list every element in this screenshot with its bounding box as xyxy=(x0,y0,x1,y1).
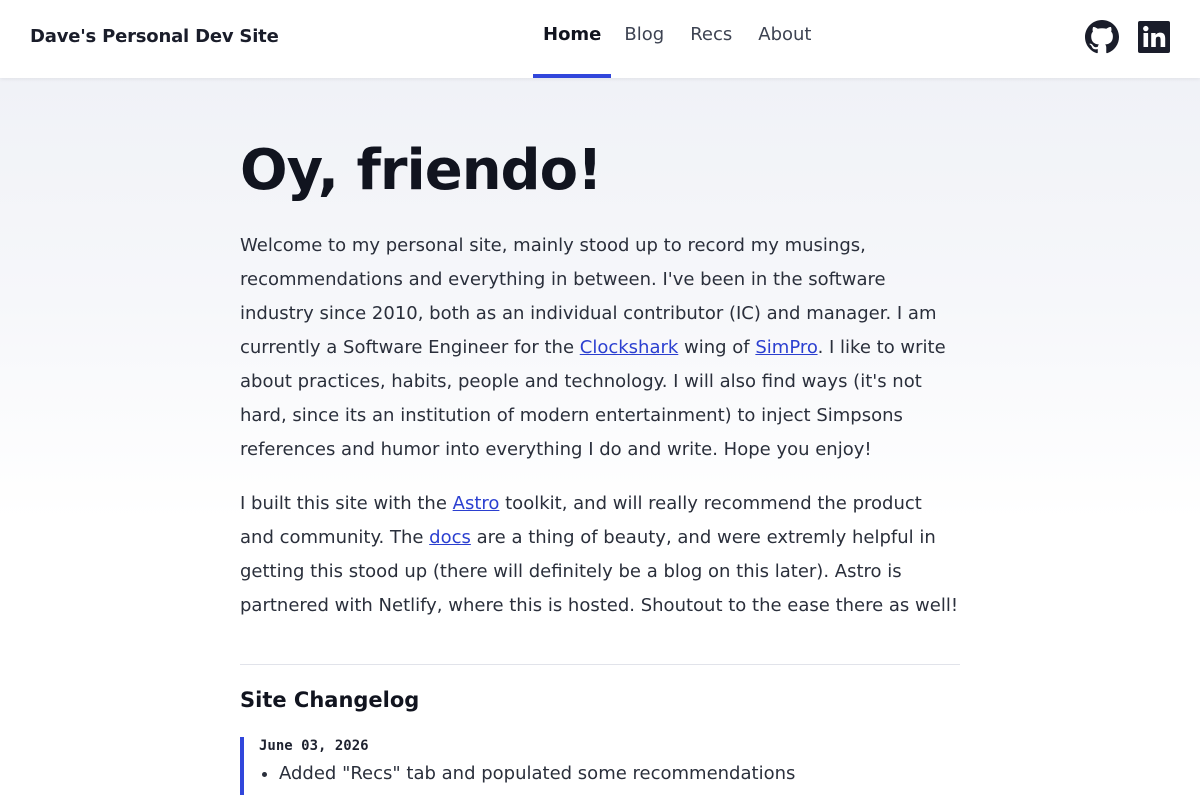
changelog-item: Added "Recs" tab and populated some reco… xyxy=(279,761,960,787)
github-link[interactable] xyxy=(1085,20,1119,54)
nav-item-home[interactable]: Home xyxy=(533,0,612,78)
linkedin-icon xyxy=(1138,21,1170,53)
changelog-date: June 03, 2026 xyxy=(259,738,369,754)
nav-item-about[interactable]: About xyxy=(745,0,824,78)
section-divider xyxy=(240,664,960,665)
nav-item-blog[interactable]: Blog xyxy=(611,0,677,78)
changelog-title: Site Changelog xyxy=(240,688,420,712)
github-icon xyxy=(1085,20,1119,54)
docs-link[interactable]: docs xyxy=(429,527,471,548)
built-text: I built this site with the xyxy=(240,493,453,514)
clockshark-link[interactable]: Clockshark xyxy=(580,337,679,358)
changelog-list: Added "Recs" tab and populated some reco… xyxy=(259,761,960,787)
site-header: Dave's Personal Dev Site Home Blog Recs … xyxy=(0,0,1200,78)
main-nav: Home Blog Recs About xyxy=(533,0,824,78)
changelog-entry: June 03, 2026 Added "Recs" tab and popul… xyxy=(240,737,960,795)
intro-text: wing of xyxy=(678,337,756,358)
page-heading: Oy, friendo! xyxy=(240,138,603,203)
built-with-paragraph: I built this site with the Astro toolkit… xyxy=(240,487,960,623)
site-title-link[interactable]: Dave's Personal Dev Site xyxy=(30,26,279,47)
astro-link[interactable]: Astro xyxy=(453,493,500,514)
linkedin-link[interactable] xyxy=(1137,20,1171,54)
intro-paragraph: Welcome to my personal site, mainly stoo… xyxy=(240,229,960,467)
nav-item-recs[interactable]: Recs xyxy=(677,0,745,78)
simpro-link[interactable]: SimPro xyxy=(755,337,817,358)
